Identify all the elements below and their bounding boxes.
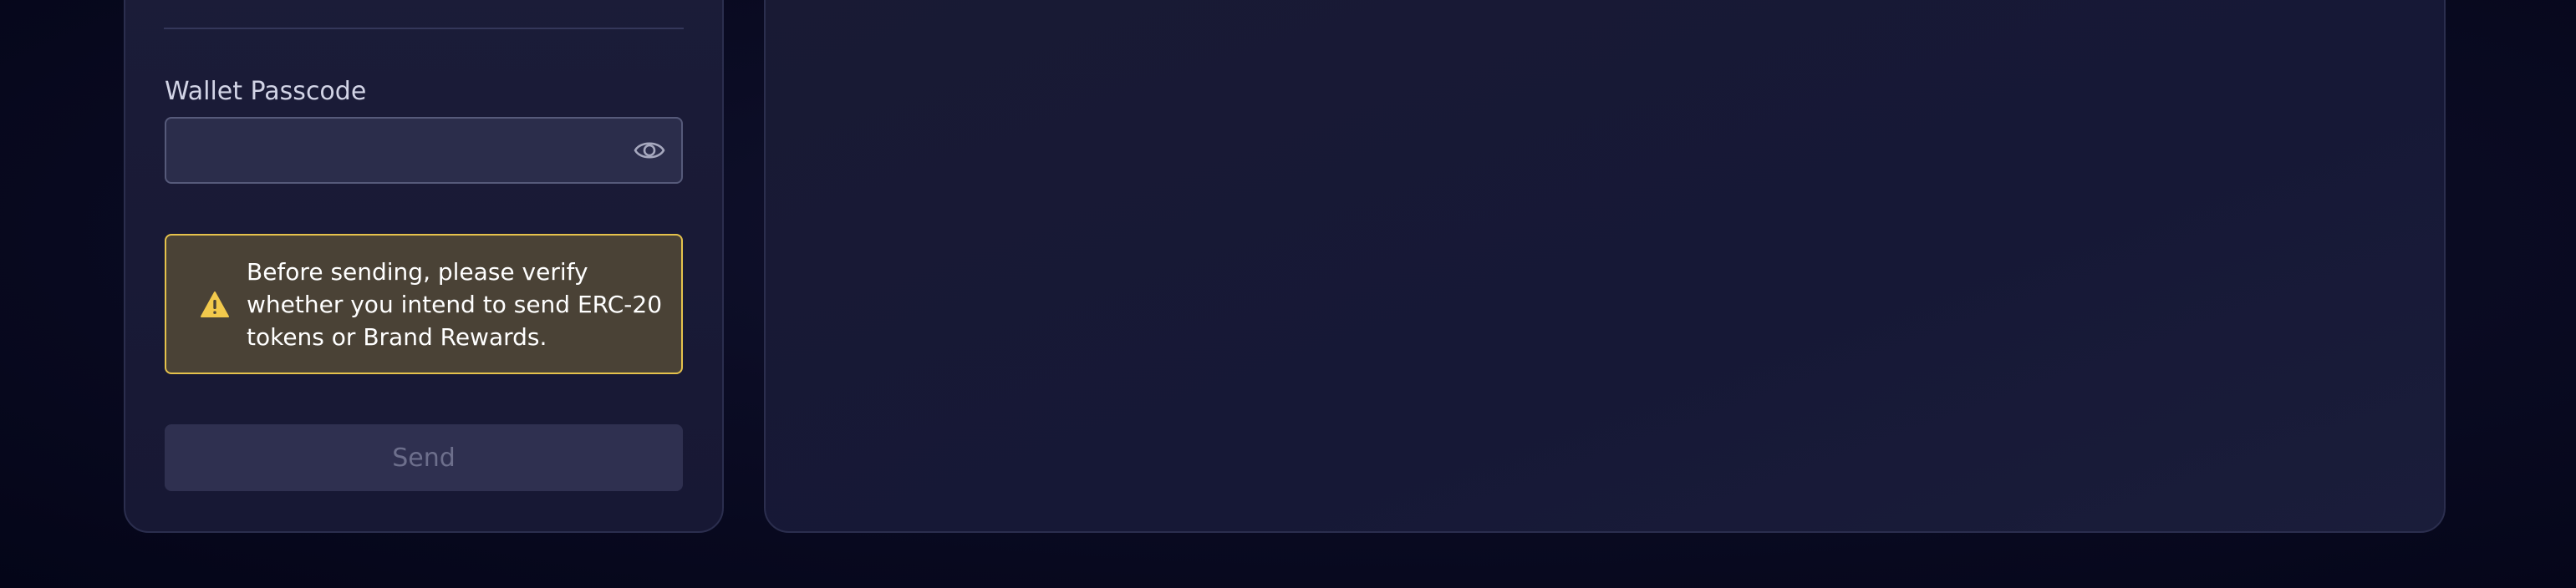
erc20-warning-alert: Before sending, please verify whether yo… <box>165 234 683 374</box>
warning-message: Before sending, please verify whether yo… <box>247 258 663 351</box>
wallet-passcode-input[interactable] <box>165 117 683 184</box>
preview-panel <box>764 0 2446 533</box>
section-divider <box>164 28 684 29</box>
wallet-passcode-label: Wallet Passcode <box>165 77 367 106</box>
send-button[interactable]: Send <box>165 424 683 491</box>
eye-icon <box>634 142 665 159</box>
warning-triangle-icon <box>201 291 229 317</box>
show-passcode-toggle[interactable] <box>630 132 669 169</box>
